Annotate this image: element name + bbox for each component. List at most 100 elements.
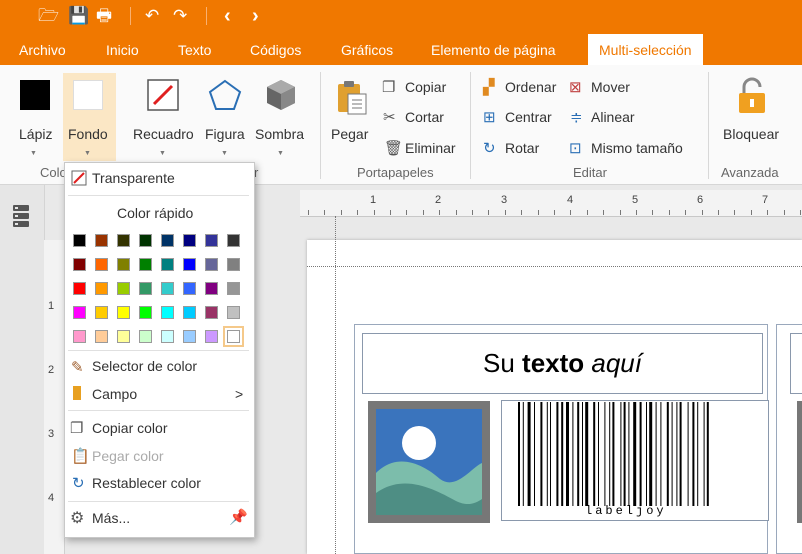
chevron-down-icon[interactable]: ▼ (221, 150, 228, 157)
eliminar-button[interactable]: Eliminar (405, 140, 456, 156)
menu-item-campo[interactable]: Campo (92, 386, 137, 402)
color-swatch[interactable] (205, 282, 218, 295)
tab-graficos[interactable]: Gráficos (341, 42, 393, 58)
color-swatch[interactable] (205, 258, 218, 271)
bloquear-button[interactable]: Bloquear (723, 126, 779, 142)
color-swatch[interactable] (73, 330, 86, 343)
lapiz-button[interactable]: Lápiz (19, 126, 52, 142)
color-swatch[interactable] (161, 282, 174, 295)
cortar-button[interactable]: Cortar (405, 109, 444, 125)
color-swatch[interactable] (139, 258, 152, 271)
color-swatch[interactable] (95, 234, 108, 247)
chevron-down-icon[interactable]: ▼ (30, 150, 37, 157)
color-swatch[interactable] (183, 306, 196, 319)
print-icon[interactable]: 🖶 (96, 6, 112, 26)
redo-icon[interactable]: ↷ (173, 6, 187, 26)
color-swatch[interactable] (139, 330, 152, 343)
color-swatch[interactable] (161, 306, 174, 319)
scissors-icon: ✂ (383, 109, 396, 126)
back-icon[interactable]: ‹ (224, 6, 231, 26)
color-swatch[interactable] (139, 282, 152, 295)
color-swatch[interactable] (183, 282, 196, 295)
menu-item-selector-de-color[interactable]: Selector de color (92, 358, 197, 374)
color-swatch[interactable] (183, 234, 196, 247)
recuadro-button[interactable]: Recuadro (133, 126, 194, 142)
color-swatch[interactable] (227, 306, 240, 319)
tab-multi-seleccion[interactable]: Multi-selección (588, 34, 703, 65)
color-swatch[interactable] (73, 306, 86, 319)
color-swatch[interactable] (223, 326, 244, 347)
ordenar-button[interactable]: Ordenar (505, 79, 556, 95)
color-swatch[interactable] (183, 258, 196, 271)
color-swatch[interactable] (117, 234, 130, 247)
menu-item-restablecer-color[interactable]: Restablecer color (92, 475, 201, 491)
undo-icon[interactable]: ↶ (145, 6, 159, 26)
color-swatch[interactable] (73, 234, 86, 247)
pegar-button[interactable]: Pegar (331, 126, 368, 142)
chevron-down-icon[interactable]: ▼ (84, 150, 91, 157)
copiar-button[interactable]: Copiar (405, 79, 446, 95)
color-swatch[interactable] (161, 234, 174, 247)
color-swatch[interactable] (95, 258, 108, 271)
color-swatch[interactable] (227, 258, 240, 271)
centrar-button[interactable]: Centrar (505, 109, 552, 125)
color-swatch[interactable] (117, 306, 130, 319)
tab-inicio[interactable]: Inicio (106, 42, 139, 58)
color-swatch[interactable] (161, 258, 174, 271)
mismo-tamano-button[interactable]: Mismo tamaño (591, 140, 683, 156)
group-label-portapapeles: Portapapeles (357, 165, 434, 180)
sombra-button[interactable]: Sombra (255, 126, 304, 142)
fondo-button[interactable]: Fondo (68, 126, 108, 142)
tab-archivo[interactable]: Archivo (19, 42, 66, 58)
barcode-bar (577, 402, 580, 506)
layers-icon[interactable] (11, 204, 31, 228)
tab-elemento-de-pagina[interactable]: Elemento de página (431, 42, 556, 58)
color-swatch[interactable] (183, 330, 196, 343)
fondo-swatch[interactable] (73, 80, 103, 110)
barcode-bar (706, 402, 709, 506)
mover-button[interactable]: Mover (591, 79, 630, 95)
chevron-down-icon[interactable]: ▼ (277, 150, 284, 157)
color-swatch[interactable] (117, 282, 130, 295)
chevron-down-icon[interactable]: ▼ (159, 150, 166, 157)
color-swatch[interactable] (117, 258, 130, 271)
color-swatch[interactable] (73, 258, 86, 271)
barcode-bar (593, 402, 596, 506)
color-swatch[interactable] (73, 282, 86, 295)
menu-header-color-rapido: Color rápido (117, 205, 194, 221)
label-text-box[interactable]: Su texto aquí (362, 333, 763, 394)
forward-icon[interactable]: › (252, 6, 259, 26)
color-swatch[interactable] (139, 306, 152, 319)
pin-icon[interactable]: 📌 (229, 508, 248, 526)
barcode-bar (561, 402, 564, 506)
color-swatch[interactable] (95, 330, 108, 343)
color-swatch[interactable] (205, 234, 218, 247)
color-swatch[interactable] (95, 306, 108, 319)
ruler-number: 5 (632, 194, 639, 206)
tab-codigos[interactable]: Códigos (250, 42, 301, 58)
ruler-tick (652, 210, 653, 215)
barcode-bar (628, 402, 630, 506)
ruler-tick (390, 210, 391, 215)
save-icon[interactable]: 💾 (68, 6, 89, 26)
color-swatch[interactable] (139, 234, 152, 247)
label-text-bold: texto (522, 348, 585, 378)
figura-button[interactable]: Figura (205, 126, 245, 142)
tab-texto[interactable]: Texto (178, 42, 211, 58)
menu-item-copiar-color[interactable]: Copiar color (92, 420, 167, 436)
menu-item-mas[interactable]: Más... (92, 510, 130, 526)
lapiz-swatch[interactable] (20, 80, 50, 110)
color-swatch[interactable] (117, 330, 130, 343)
rotar-button[interactable]: Rotar (505, 140, 539, 156)
color-swatch[interactable] (205, 306, 218, 319)
color-swatch[interactable] (227, 282, 240, 295)
color-swatch[interactable] (205, 330, 218, 343)
color-swatch[interactable] (161, 330, 174, 343)
menu-item-transparente[interactable]: Transparente (92, 170, 175, 186)
color-swatch[interactable] (227, 234, 240, 247)
alinear-button[interactable]: Alinear (591, 109, 635, 125)
barcode-bar (692, 402, 695, 506)
ruler-number: 1 (370, 194, 377, 206)
folder-open-icon[interactable]: 🗁 (38, 6, 59, 26)
color-swatch[interactable] (95, 282, 108, 295)
